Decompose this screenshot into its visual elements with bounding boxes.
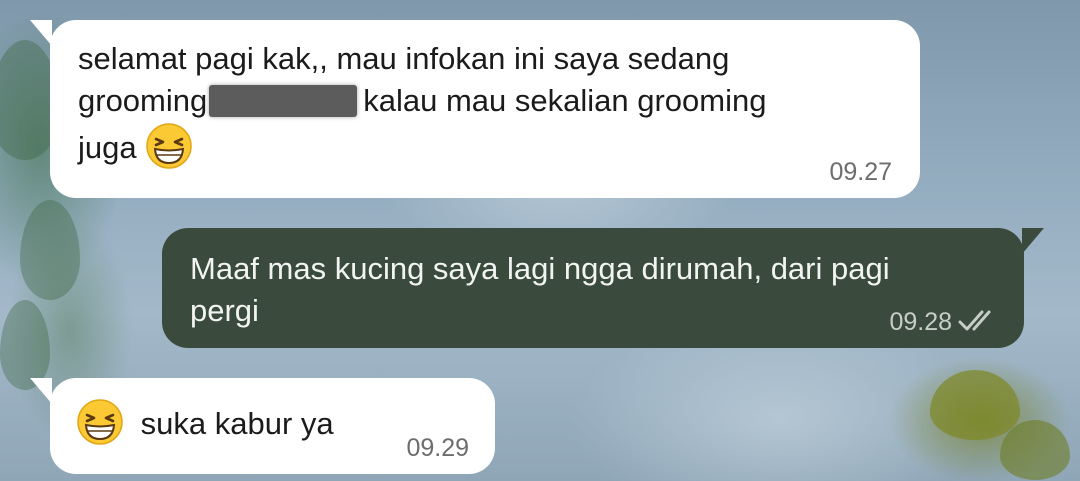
- message-text: Maaf mas kucing saya lagi ngga dirumah, …: [190, 248, 890, 332]
- grinning-squinting-face-emoji-icon: [146, 123, 192, 169]
- incoming-bubble-tail: [30, 378, 52, 404]
- read-receipt-double-check-icon: [958, 310, 991, 331]
- redacted-block: [209, 85, 358, 117]
- message-text-segment: grooming: [78, 83, 208, 118]
- incoming-bubble-tail: [30, 20, 52, 46]
- outgoing-bubble-tail: [1022, 228, 1044, 254]
- wallpaper-leaf: [0, 300, 50, 390]
- wallpaper-leaf: [930, 370, 1020, 440]
- message-text: suka kabur ya: [76, 398, 334, 446]
- outgoing-message-bubble[interactable]: Maaf mas kucing saya lagi ngga dirumah, …: [162, 228, 1024, 348]
- message-text-line: pergi: [190, 293, 259, 328]
- message-text: selamat pagi kak,, mau infokan ini saya …: [78, 38, 766, 170]
- message-timestamp: 09.28: [889, 308, 952, 336]
- message-text-segment: juga: [78, 130, 137, 165]
- message-text-segment: suka kabur ya: [140, 406, 334, 441]
- incoming-message-bubble[interactable]: suka kabur ya 09.29: [50, 378, 495, 474]
- message-timestamp: 09.27: [829, 158, 892, 186]
- wallpaper-leaf: [20, 200, 80, 300]
- incoming-message-bubble[interactable]: selamat pagi kak,, mau infokan ini saya …: [50, 20, 920, 198]
- message-text-line: Maaf mas kucing saya lagi ngga dirumah, …: [190, 251, 890, 286]
- message-text-line: selamat pagi kak,, mau infokan ini saya …: [78, 41, 730, 76]
- message-text-line: grooming kalau mau sekalian grooming: [78, 80, 766, 122]
- wallpaper-leaf: [1000, 420, 1070, 480]
- grinning-squinting-face-emoji-icon: [77, 399, 123, 445]
- message-text-line: juga: [78, 122, 766, 170]
- message-timestamp: 09.29: [406, 434, 469, 462]
- message-text-segment: kalau mau sekalian grooming: [363, 83, 767, 118]
